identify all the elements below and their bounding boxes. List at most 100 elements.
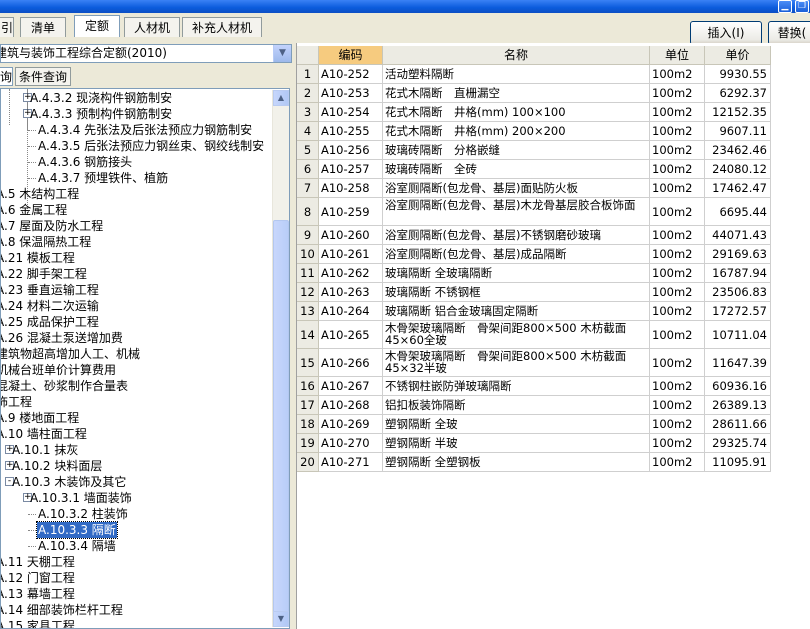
row-number-cell[interactable]: 10 — [297, 245, 319, 264]
tree-node[interactable]: A.8 保温隔热工程 — [1, 234, 271, 250]
tree-node[interactable]: + A.4.3.2 现浇构件钢筋制安 — [1, 90, 271, 106]
cell-unit[interactable]: 100m2 — [650, 349, 705, 377]
insert-button[interactable]: 插入(I) — [690, 21, 762, 45]
row-number-cell[interactable]: 9 — [297, 226, 319, 245]
tree-node[interactable]: A.26 混凝土泵送增加费 — [1, 330, 271, 346]
cell-price[interactable]: 9607.11 — [705, 122, 771, 141]
tree-node[interactable]: 机械台班单价计算费用 — [1, 362, 271, 378]
cell-price[interactable]: 28611.66 — [705, 415, 771, 434]
cell-price[interactable]: 6695.44 — [705, 198, 771, 226]
row-number-cell[interactable]: 20 — [297, 453, 319, 472]
cell-unit[interactable]: 100m2 — [650, 198, 705, 226]
column-header-code[interactable]: 编码 — [319, 46, 383, 65]
tree-node[interactable]: A.10.3.2 柱装饰 — [1, 506, 271, 522]
cell-price[interactable]: 24080.12 — [705, 160, 771, 179]
tree-node[interactable]: A.10.3.4 隔墙 — [1, 538, 271, 554]
tree-node[interactable]: + A.4.3.3 预制构件钢筋制安 — [1, 106, 271, 122]
row-number-cell[interactable]: 6 — [297, 160, 319, 179]
tree-node[interactable]: A.4.3.7 预埋铁件、植筋 — [1, 170, 271, 186]
tab-labor-material-machine[interactable]: 人材机 — [124, 17, 180, 37]
cell-unit[interactable]: 100m2 — [650, 103, 705, 122]
cell-unit[interactable]: 100m2 — [650, 160, 705, 179]
cell-price[interactable]: 9930.55 — [705, 65, 771, 84]
cell-code[interactable]: A10-253 — [319, 84, 383, 103]
tree-node[interactable]: + A.10.2 块料面层 — [1, 458, 271, 474]
cell-code[interactable]: A10-263 — [319, 283, 383, 302]
tab-bill[interactable]: 清单 — [20, 17, 66, 37]
row-number-cell[interactable]: 3 — [297, 103, 319, 122]
cell-code[interactable]: A10-262 — [319, 264, 383, 283]
tree-node[interactable]: A.23 垂直运输工程 — [1, 282, 271, 298]
row-number-cell[interactable]: 8 — [297, 198, 319, 226]
row-number-cell[interactable]: 14 — [297, 321, 319, 349]
tab-query[interactable]: 询 — [0, 67, 13, 86]
quota-library-select[interactable]: 建筑与装饰工程综合定额(2010) ▼ — [0, 44, 292, 63]
cell-code[interactable]: A10-269 — [319, 415, 383, 434]
cell-unit[interactable]: 100m2 — [650, 264, 705, 283]
cell-name[interactable]: 塑钢隔断 半玻 — [383, 434, 650, 453]
row-number-cell[interactable]: 19 — [297, 434, 319, 453]
restore-icon[interactable]: ❐ — [795, 0, 809, 13]
column-header-price[interactable]: 单价 — [705, 46, 771, 65]
cell-code[interactable]: A10-252 — [319, 65, 383, 84]
tree-node[interactable]: A.10.3.3 隔断 — [1, 521, 271, 539]
cell-code[interactable]: A10-271 — [319, 453, 383, 472]
cell-unit[interactable]: 100m2 — [650, 415, 705, 434]
cell-code[interactable]: A10-265 — [319, 321, 383, 349]
cell-unit[interactable]: 100m2 — [650, 226, 705, 245]
cell-unit[interactable]: 100m2 — [650, 302, 705, 321]
cell-name[interactable]: 塑钢隔断 全塑钢板 — [383, 453, 650, 472]
cell-name[interactable]: 不锈钢柱嵌防弹玻璃隔断 — [383, 377, 650, 396]
tree-node[interactable]: A.4.3.4 先张法及后张法预应力钢筋制安 — [1, 122, 271, 138]
cell-price[interactable]: 23506.83 — [705, 283, 771, 302]
row-number-cell[interactable]: 1 — [297, 65, 319, 84]
cell-name[interactable]: 浴室厕隔断(包龙骨、基层)不锈钢磨砂玻璃 — [383, 226, 650, 245]
cell-name[interactable]: 玻璃砖隔断 分格嵌缝 — [383, 141, 650, 160]
tree-node[interactable]: A.7 屋面及防水工程 — [1, 218, 271, 234]
cell-name[interactable]: 玻璃隔断 不锈钢框 — [383, 283, 650, 302]
cell-unit[interactable]: 100m2 — [650, 321, 705, 349]
tab-guide[interactable]: 引 — [0, 17, 14, 37]
tree-node[interactable]: A.9 楼地面工程 — [1, 410, 271, 426]
cell-code[interactable]: A10-258 — [319, 179, 383, 198]
cell-name[interactable]: 塑钢隔断 全玻 — [383, 415, 650, 434]
tree-node[interactable]: 混凝土、砂浆制作合量表 — [1, 378, 271, 394]
cell-name[interactable]: 活动塑料隔断 — [383, 65, 650, 84]
cell-unit[interactable]: 100m2 — [650, 396, 705, 415]
row-number-cell[interactable]: 2 — [297, 84, 319, 103]
cell-price[interactable]: 60936.16 — [705, 377, 771, 396]
scroll-down-icon[interactable]: ▼ — [273, 611, 289, 627]
row-number-cell[interactable]: 5 — [297, 141, 319, 160]
chevron-down-icon[interactable]: ▼ — [273, 45, 291, 62]
cell-name[interactable]: 玻璃隔断 铝合金玻璃固定隔断 — [383, 302, 650, 321]
cell-price[interactable]: 29325.74 — [705, 434, 771, 453]
tree-node[interactable]: A.11 天棚工程 — [1, 554, 271, 570]
column-header-unit[interactable]: 单位 — [650, 46, 705, 65]
column-header-name[interactable]: 名称 — [383, 46, 650, 65]
cell-code[interactable]: A10-259 — [319, 198, 383, 226]
tree-node[interactable]: A.6 金属工程 — [1, 202, 271, 218]
tree-node[interactable]: + A.10.3.1 墙面装饰 — [1, 490, 271, 506]
cell-name[interactable]: 浴室厕隔断(包龙骨、基层)面贴防火板 — [383, 179, 650, 198]
cell-price[interactable]: 6292.37 — [705, 84, 771, 103]
cell-code[interactable]: A10-267 — [319, 377, 383, 396]
cell-unit[interactable]: 100m2 — [650, 453, 705, 472]
tree-node[interactable]: A.14 细部装饰栏杆工程 — [1, 602, 271, 618]
cell-price[interactable]: 17272.57 — [705, 302, 771, 321]
tree-node[interactable]: - A.10.3 木装饰及其它 — [1, 474, 271, 490]
cell-unit[interactable]: 100m2 — [650, 84, 705, 103]
quota-tree[interactable]: + A.4.3.2 现浇构件钢筋制安 + A.4.3.3 预制构件钢筋制安 A.4.3.… — [0, 88, 290, 629]
cell-price[interactable]: 26389.13 — [705, 396, 771, 415]
minimize-icon[interactable]: ▁ — [778, 0, 792, 13]
cell-unit[interactable]: 100m2 — [650, 141, 705, 160]
tree-node[interactable]: A.10 墙柱面工程 — [1, 426, 271, 442]
row-number-cell[interactable]: 17 — [297, 396, 319, 415]
tree-node[interactable]: A.4.3.6 钢筋接头 — [1, 154, 271, 170]
cell-unit[interactable]: 100m2 — [650, 65, 705, 84]
cell-name[interactable]: 浴室厕隔断(包龙骨、基层)木龙骨基层胶合板饰面 — [383, 198, 650, 226]
tree-node[interactable]: A.24 材料二次运输 — [1, 298, 271, 314]
row-number-cell[interactable]: 16 — [297, 377, 319, 396]
row-number-cell[interactable]: 12 — [297, 283, 319, 302]
cell-name[interactable]: 玻璃隔断 全玻璃隔断 — [383, 264, 650, 283]
row-number-cell[interactable]: 4 — [297, 122, 319, 141]
